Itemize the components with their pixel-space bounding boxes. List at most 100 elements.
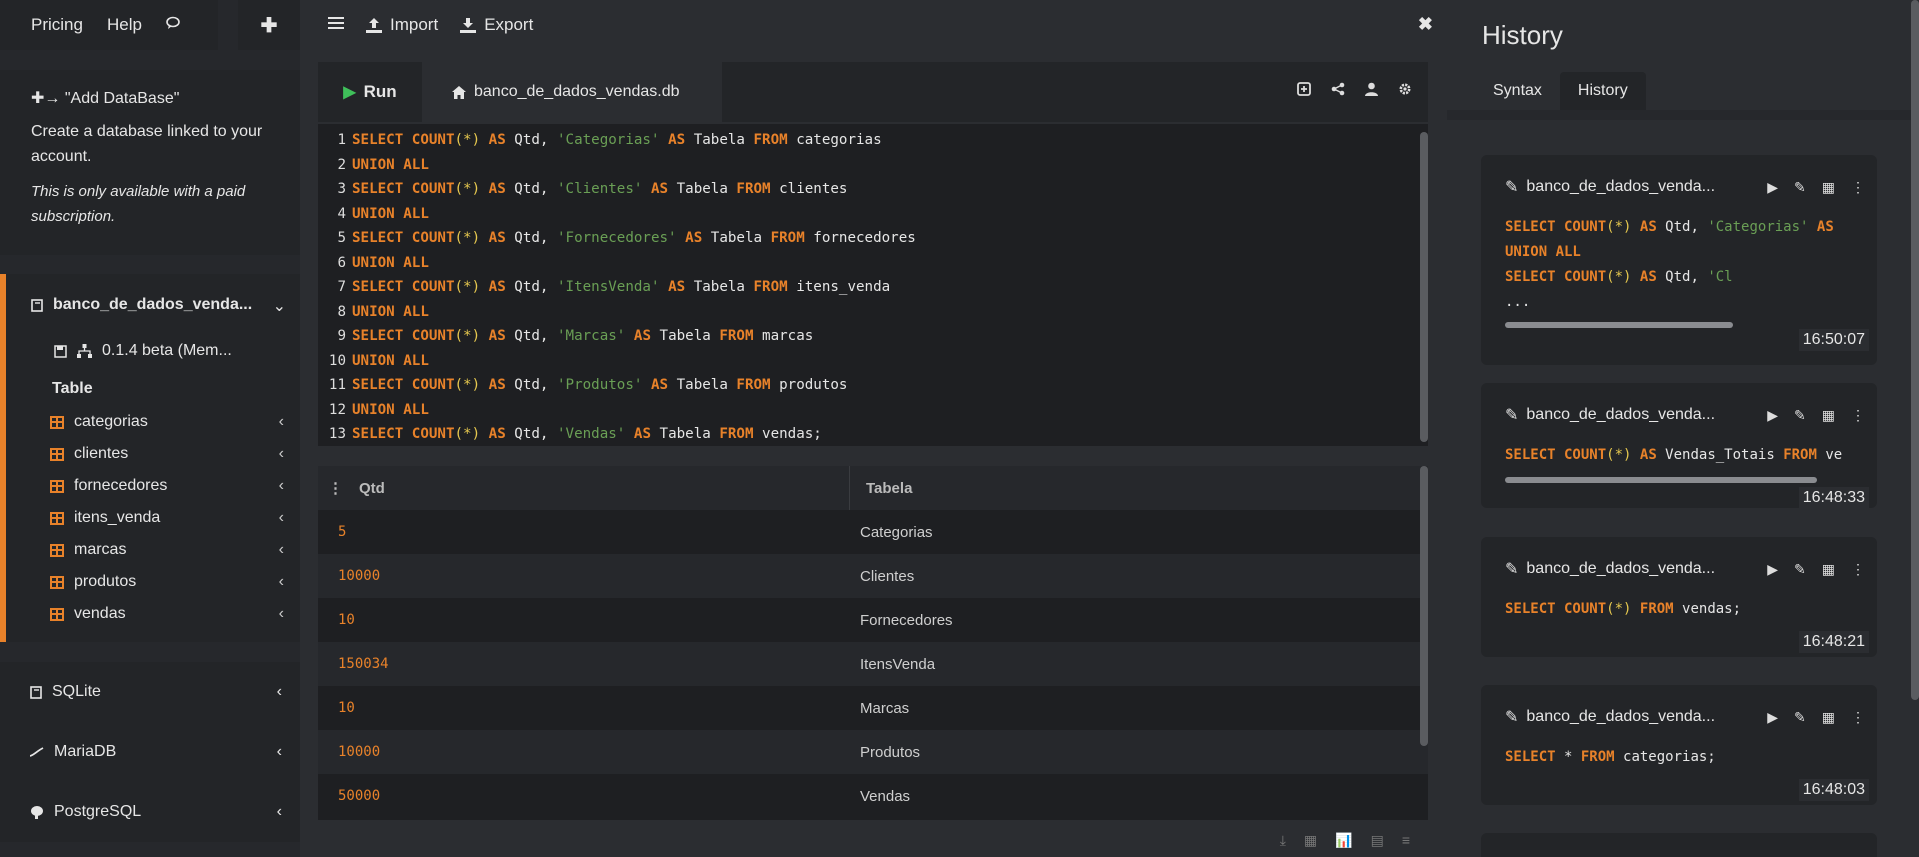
engine-sqlite[interactable]: SQLite ‹	[0, 662, 300, 722]
pencil-icon[interactable]: ✎	[1505, 559, 1518, 579]
table-item[interactable]: categorias ‹	[50, 406, 296, 438]
download-icon[interactable]: ⤓	[1280, 832, 1286, 857]
file-tab[interactable]: banco_de_dados_vendas.db	[422, 62, 722, 122]
column-header-qtd[interactable]: ⋮ Qtd	[318, 466, 850, 510]
run-button[interactable]: ▶ Run	[318, 62, 422, 122]
chevron-left-icon[interactable]: ‹	[279, 509, 284, 527]
table-icon	[50, 607, 64, 621]
table-row[interactable]: 150034 ItensVenda	[318, 642, 1428, 686]
code-line: SELECT * FROM categorias;	[1505, 745, 1861, 770]
book-icon[interactable]: ▤	[1371, 832, 1384, 857]
add-tab-icon[interactable]	[1297, 82, 1311, 100]
chevron-left-icon[interactable]: ‹	[277, 743, 282, 761]
save-icon[interactable]	[54, 344, 67, 358]
chevron-left-icon[interactable]: ‹	[279, 605, 284, 623]
table-row[interactable]: 10000 Produtos	[318, 730, 1428, 774]
chevron-left-icon[interactable]: ‹	[277, 683, 282, 701]
table-view-icon[interactable]: ▦	[1822, 709, 1835, 726]
sql-token: AS	[668, 279, 686, 295]
add-database-link[interactable]: ✚→ "Add DataBase"	[31, 86, 269, 111]
history-scrollbar[interactable]	[1505, 477, 1817, 483]
more-icon[interactable]: ⋮	[1851, 407, 1865, 424]
chevron-left-icon[interactable]: ‹	[279, 573, 284, 591]
history-scrollbar[interactable]	[1505, 322, 1733, 328]
table-view-icon[interactable]: ▦	[1822, 179, 1835, 196]
sql-token: ...	[1505, 294, 1531, 310]
code-line: 3 SELECT COUNT(*) AS Qtd, 'Clientes' AS T…	[318, 177, 1428, 202]
results-scrollbar[interactable]	[1420, 466, 1428, 746]
table-view-icon[interactable]: ▦	[1304, 832, 1317, 857]
table-row[interactable]: 50000 Vendas	[318, 774, 1428, 818]
list-icon[interactable]: ≡	[1402, 832, 1410, 857]
table-row[interactable]: 10 Marcas	[318, 686, 1428, 730]
column-header-tabela[interactable]: Tabela	[850, 466, 1428, 510]
column-menu-icon[interactable]: ⋮	[328, 479, 343, 497]
table-icon	[50, 543, 64, 557]
edit-icon[interactable]: ✎	[1794, 179, 1806, 196]
table-list: categorias ‹ clientes ‹ fornecedores ‹ iten…	[50, 406, 296, 630]
pencil-icon[interactable]: ✎	[1505, 177, 1518, 197]
cell-qtd: 10000	[338, 568, 381, 584]
chevron-left-icon[interactable]: ‹	[279, 541, 284, 559]
tab-syntax[interactable]: Syntax	[1475, 72, 1560, 110]
engine-mariadb[interactable]: MariaDB ‹	[0, 722, 300, 782]
play-icon[interactable]: ▶	[1767, 561, 1778, 578]
menu-icon[interactable]	[328, 15, 344, 35]
help-link[interactable]: Help	[107, 15, 142, 35]
chevron-left-icon[interactable]: ‹	[279, 477, 284, 495]
table-item[interactable]: clientes ‹	[50, 438, 296, 470]
chevron-left-icon[interactable]: ‹	[279, 445, 284, 463]
user-icon[interactable]	[1365, 82, 1378, 100]
more-icon[interactable]: ⋮	[1851, 179, 1865, 196]
pencil-icon[interactable]: ✎	[1505, 707, 1518, 727]
play-icon[interactable]: ▶	[1767, 179, 1778, 196]
table-item[interactable]: produtos ‹	[50, 566, 296, 598]
edit-icon[interactable]: ✎	[1794, 561, 1806, 578]
share-icon[interactable]	[1331, 82, 1345, 100]
schema-icon[interactable]	[77, 344, 92, 358]
play-icon[interactable]: ▶	[1767, 407, 1778, 424]
table-row[interactable]: 5 Categorias	[318, 510, 1428, 554]
sql-token: Tabela	[668, 181, 737, 197]
engine-postgresql[interactable]: PostgreSQL ‹	[0, 782, 300, 842]
export-button[interactable]: Export	[460, 15, 533, 35]
chart-view-icon[interactable]: 📊	[1335, 832, 1352, 857]
table-item[interactable]: itens_venda ‹	[50, 502, 296, 534]
sql-editor[interactable]: 1 SELECT COUNT(*) AS Qtd, 'Categorias' AS…	[318, 124, 1428, 446]
database-title[interactable]: banco_de_dados_venda... ⌄	[31, 296, 296, 316]
history-sql: SELECT COUNT(*) AS Vendas_Totais FROM ve	[1505, 443, 1861, 468]
chevron-left-icon[interactable]: ‹	[279, 413, 284, 431]
gear-icon[interactable]	[1398, 82, 1412, 100]
chevron-left-icon[interactable]: ‹	[277, 803, 282, 821]
edit-icon[interactable]: ✎	[1794, 709, 1806, 726]
add-button[interactable]: ✚	[238, 0, 300, 50]
table-row[interactable]: 10000 Clientes	[318, 554, 1428, 598]
cell-tabela: Produtos	[860, 743, 921, 761]
more-icon[interactable]: ⋮	[1851, 709, 1865, 726]
edit-icon[interactable]: ✎	[1794, 407, 1806, 424]
pricing-link[interactable]: Pricing	[31, 15, 83, 35]
table-item[interactable]: fornecedores ‹	[50, 470, 296, 502]
chat-icon[interactable]	[166, 15, 182, 35]
editor-scrollbar[interactable]	[1420, 132, 1428, 442]
tab-history[interactable]: History	[1559, 72, 1646, 110]
cell-qtd: 10	[338, 700, 355, 716]
chevron-down-icon[interactable]: ⌄	[273, 296, 286, 316]
import-button[interactable]: Import	[366, 15, 438, 35]
line-number: 8	[337, 303, 346, 320]
sql-token: (*)	[454, 279, 481, 295]
more-icon[interactable]: ⋮	[1851, 561, 1865, 578]
table-item[interactable]: vendas ‹	[50, 598, 296, 630]
table-view-icon[interactable]: ▦	[1822, 407, 1835, 424]
table-item[interactable]: marcas ‹	[50, 534, 296, 566]
sql-token: UNION ALL	[352, 401, 429, 418]
table-row[interactable]: 10 Fornecedores	[318, 598, 1428, 642]
play-icon[interactable]: ▶	[1767, 709, 1778, 726]
table-view-icon[interactable]: ▦	[1822, 561, 1835, 578]
close-icon[interactable]: ✖	[1418, 14, 1433, 35]
pencil-icon[interactable]: ✎	[1505, 405, 1518, 425]
left-sidebar: Pricing Help ✚ ✚→ "Add DataBase" Create …	[0, 0, 300, 857]
panel-scrollbar[interactable]	[1911, 0, 1919, 700]
